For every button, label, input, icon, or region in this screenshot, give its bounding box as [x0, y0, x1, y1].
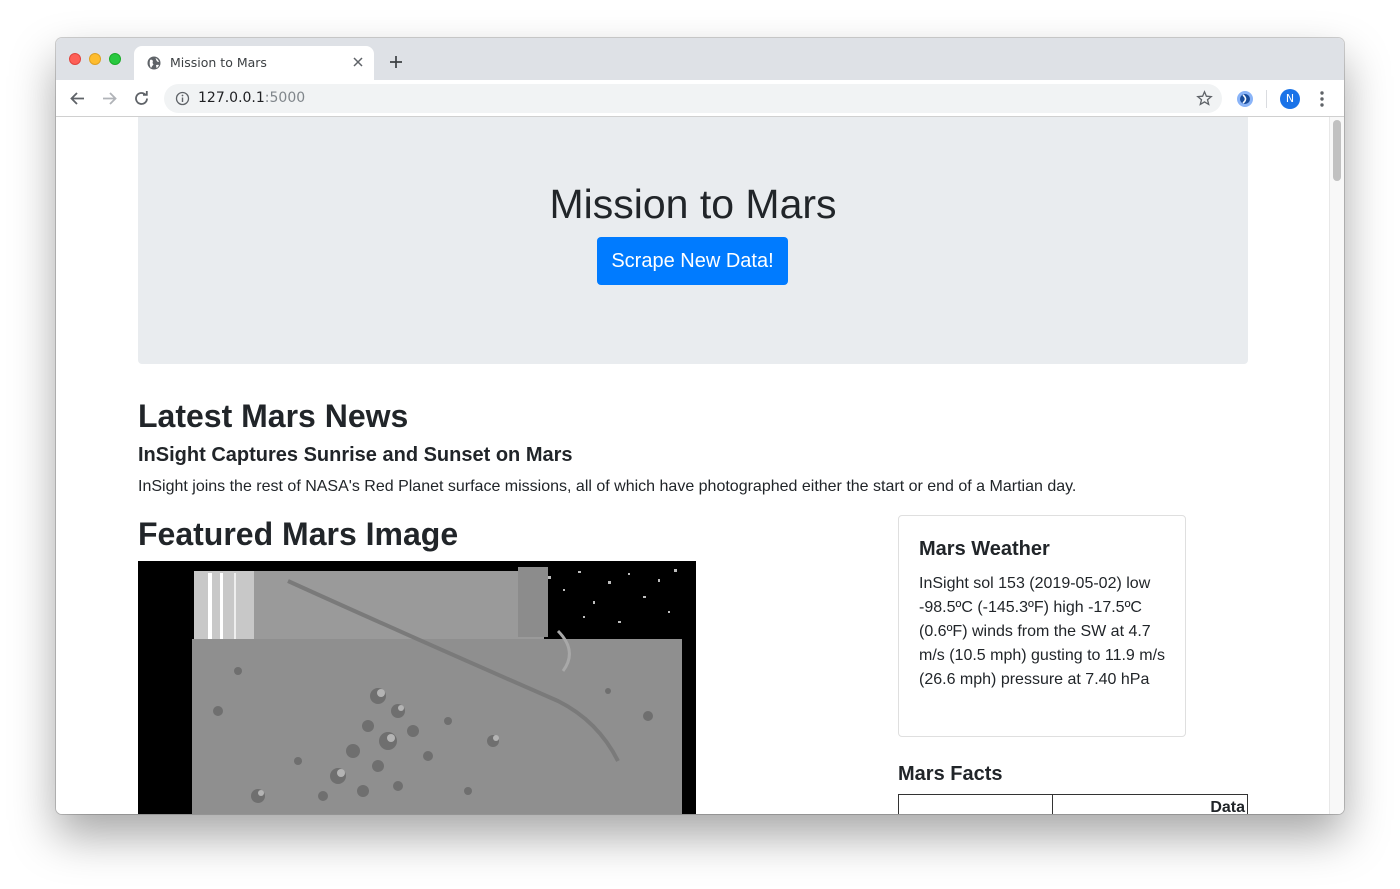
back-arrow-icon[interactable] [69, 90, 86, 107]
table-header-cell: Data [1052, 794, 1248, 814]
reload-icon[interactable] [133, 90, 150, 107]
table-header-row: Data [898, 794, 1248, 814]
news-paragraph: InSight joins the rest of NASA's Red Pla… [138, 478, 1077, 495]
scrollbar[interactable] [1329, 117, 1344, 814]
close-window-button[interactable] [69, 53, 81, 65]
jumbotron: Mission to Mars Scrape New Data! [138, 117, 1248, 364]
bookmark-star-icon[interactable] [1196, 90, 1213, 107]
url-host: 127.0.0.1 [198, 90, 265, 106]
minimize-window-button[interactable] [89, 53, 101, 65]
extension-icon[interactable] [1236, 90, 1254, 108]
toolbar-divider [1266, 90, 1267, 108]
tab-title: Mission to Mars [170, 55, 267, 70]
page-content: Mission to Mars Scrape New Data! Latest … [56, 117, 1344, 814]
featured-mars-image [138, 561, 696, 814]
weather-text: InSight sol 153 (2019-05-02) low -98.5ºC… [919, 575, 1166, 688]
forward-arrow-icon[interactable] [101, 90, 118, 107]
url-text: 127.0.0.1:5000 [198, 90, 305, 106]
browser-window: Mission to Mars 127.0.0.1:5000 N Mission… [56, 38, 1344, 814]
facts-heading: Mars Facts [898, 763, 1003, 785]
url-port: :5000 [264, 90, 306, 106]
featured-image-heading: Featured Mars Image [138, 516, 459, 552]
new-tab-icon[interactable] [388, 54, 404, 70]
weather-card: Mars Weather InSight sol 153 (2019-05-02… [898, 515, 1186, 737]
browser-toolbar: 127.0.0.1:5000 N [56, 80, 1344, 117]
browser-tab[interactable]: Mission to Mars [134, 46, 374, 80]
latest-news-heading: Latest Mars News [138, 398, 409, 434]
globe-icon [147, 56, 161, 70]
close-tab-icon[interactable] [351, 55, 365, 69]
scrape-new-data-button[interactable]: Scrape New Data! [597, 237, 788, 285]
weather-title: Mars Weather [919, 538, 1050, 560]
maximize-window-button[interactable] [109, 53, 121, 65]
table-header-cell [898, 794, 1053, 814]
address-bar[interactable]: 127.0.0.1:5000 [164, 84, 1222, 113]
page-title: Mission to Mars [549, 181, 837, 227]
tab-bar: Mission to Mars [56, 38, 1344, 80]
info-icon[interactable] [175, 91, 190, 106]
scrollbar-thumb[interactable] [1333, 120, 1341, 181]
facts-table: Data [898, 794, 1248, 814]
more-menu-icon[interactable] [1314, 90, 1330, 108]
profile-avatar[interactable]: N [1280, 89, 1300, 109]
news-title: InSight Captures Sunrise and Sunset on M… [138, 444, 573, 466]
